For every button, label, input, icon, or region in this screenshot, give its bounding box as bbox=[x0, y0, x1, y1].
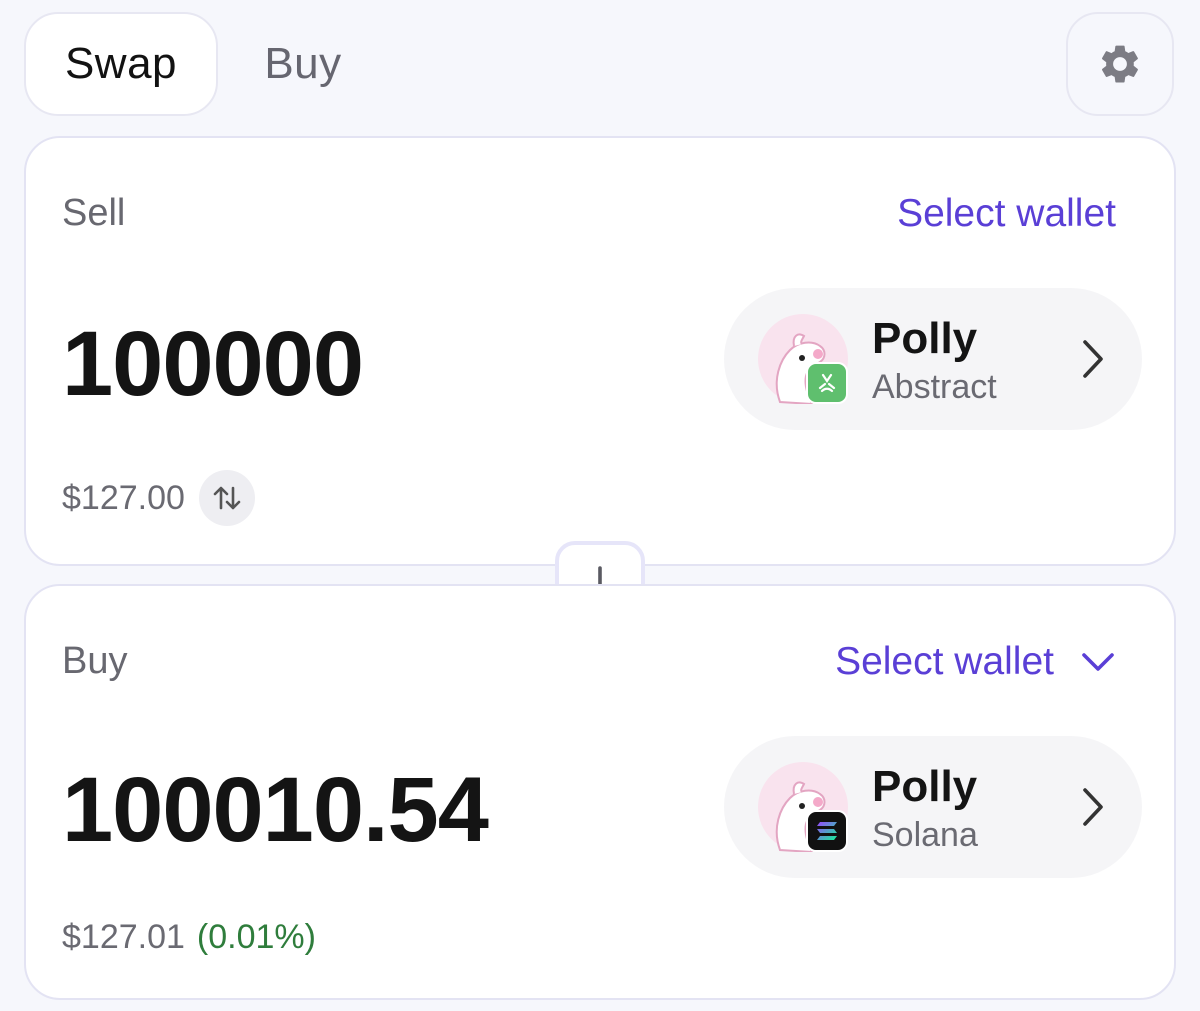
toggle-currency-button[interactable] bbox=[198, 470, 255, 526]
buy-fiat-value: $127.01 bbox=[62, 918, 185, 956]
buy-label: Buy bbox=[62, 640, 128, 682]
sell-amount-input[interactable]: 100000 bbox=[62, 318, 364, 410]
swap-vertical-arrows-icon bbox=[213, 486, 241, 510]
chevron-right-icon bbox=[1083, 340, 1103, 378]
buy-select-wallet-dropdown[interactable]: Select wallet bbox=[835, 640, 1116, 684]
sell-fiat-value: $127.00 bbox=[62, 478, 185, 517]
sell-select-wallet-link[interactable]: Select wallet bbox=[897, 192, 1116, 236]
buy-select-wallet-label: Select wallet bbox=[835, 640, 1054, 683]
tab-swap[interactable]: Swap bbox=[24, 12, 218, 116]
chevron-right-icon bbox=[1083, 788, 1103, 826]
sell-label: Sell bbox=[62, 192, 126, 234]
abstract-chain-badge-icon bbox=[806, 362, 848, 404]
sell-fiat-row: $127.00 bbox=[62, 470, 255, 526]
swap-widget: Swap Buy Sell Select wallet 100000 Polly… bbox=[0, 0, 1200, 1011]
solana-logo-icon bbox=[817, 822, 837, 840]
sell-select-wallet-label: Select wallet bbox=[897, 192, 1116, 235]
gear-icon bbox=[1101, 45, 1138, 83]
sell-token-selector[interactable]: Polly Abstract bbox=[724, 288, 1142, 430]
chevron-down-icon bbox=[1082, 653, 1114, 671]
buy-token-chain: Solana bbox=[872, 816, 978, 854]
buy-amount-value: 100010.54 bbox=[62, 759, 489, 861]
abstract-logo-icon bbox=[818, 373, 836, 393]
sell-token-chain: Abstract bbox=[872, 368, 997, 406]
buy-token-selector[interactable]: Polly Solana bbox=[724, 736, 1142, 878]
sell-token-name: Polly bbox=[872, 314, 978, 363]
buy-price-change: (0.01%) bbox=[196, 918, 316, 956]
buy-card: Buy Select wallet 100010.54 Polly Solana… bbox=[24, 584, 1176, 1000]
settings-button[interactable] bbox=[1066, 12, 1174, 116]
sell-card: Sell Select wallet 100000 Polly Abstract bbox=[24, 136, 1176, 566]
buy-fiat-row: $127.01 (0.01%) bbox=[62, 918, 316, 957]
buy-token-name: Polly bbox=[872, 762, 978, 811]
tab-buy[interactable]: Buy bbox=[236, 12, 370, 116]
solana-chain-badge-icon bbox=[806, 810, 848, 852]
